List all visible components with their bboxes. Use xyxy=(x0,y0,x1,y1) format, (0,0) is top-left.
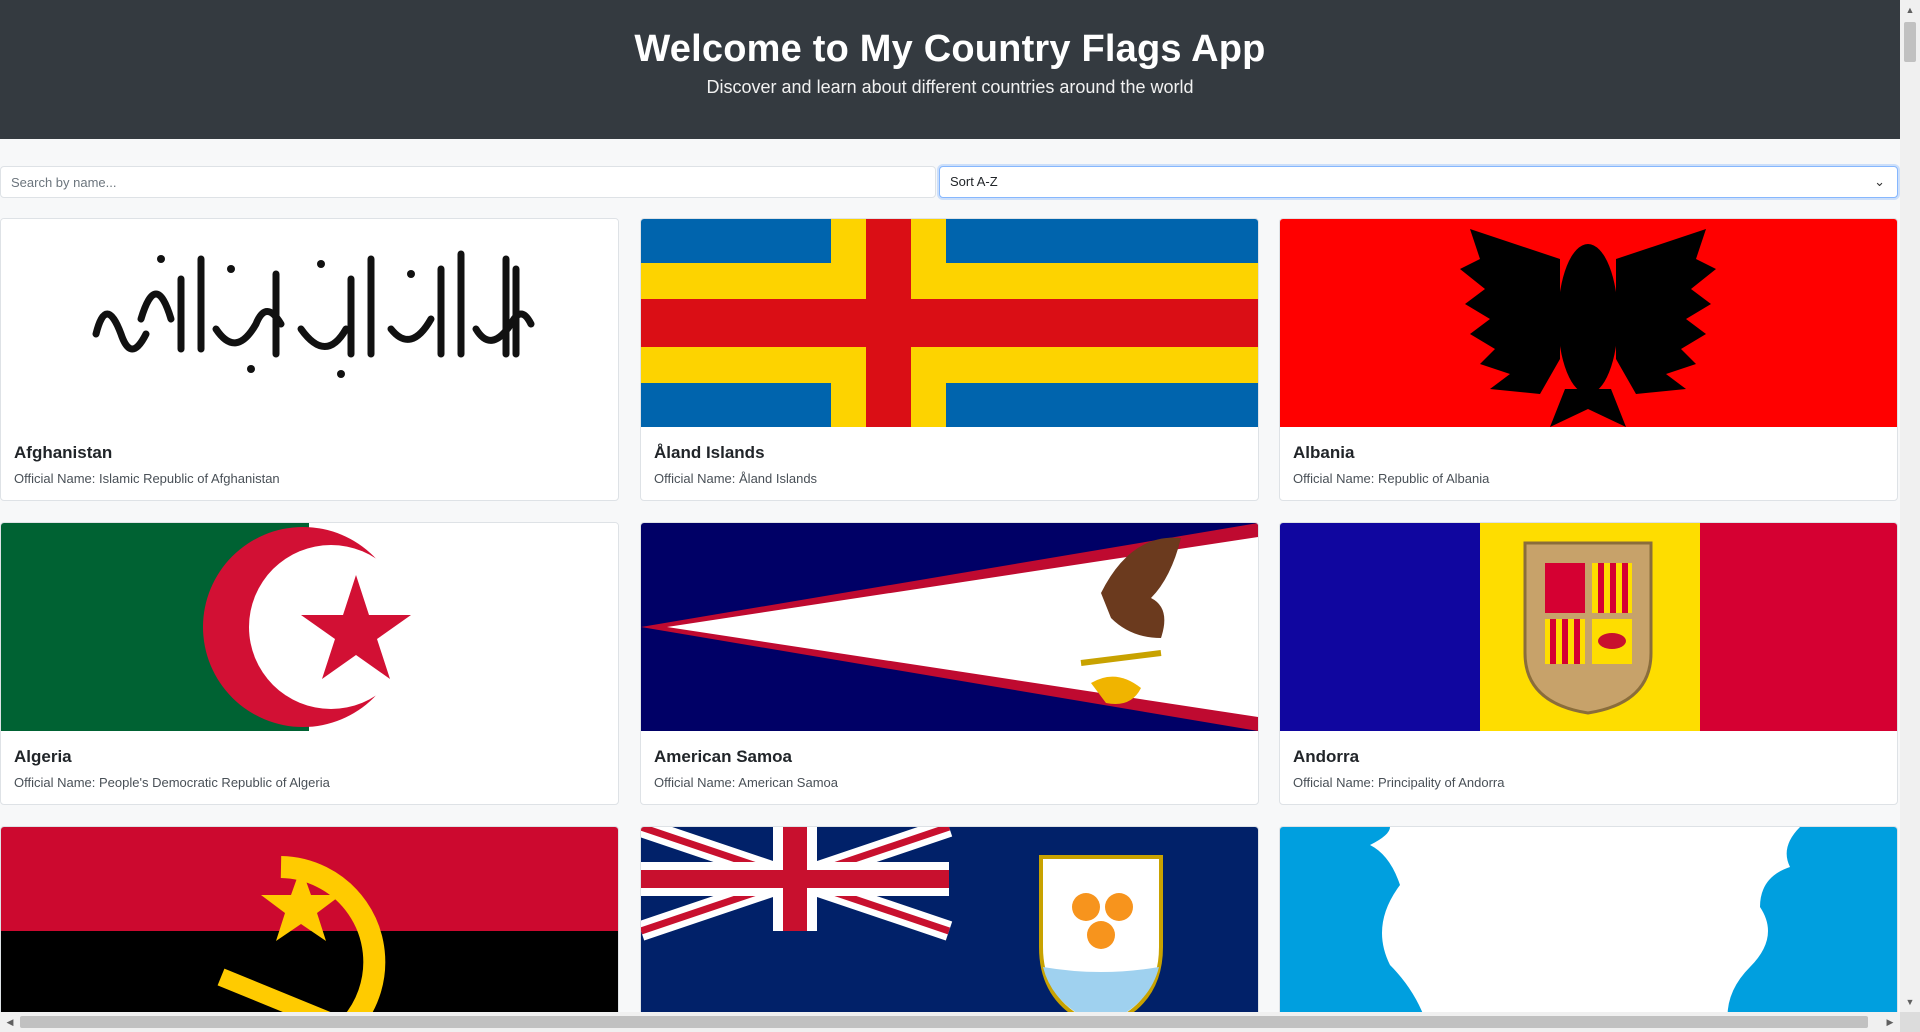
chevron-down-icon: ⌄ xyxy=(1874,174,1885,189)
country-official-name: Official Name: American Samoa xyxy=(654,775,838,790)
country-name: Algeria xyxy=(14,747,72,766)
scrollbar-corner xyxy=(1900,1012,1920,1032)
page-subtitle: Discover and learn about different count… xyxy=(706,77,1194,97)
country-name: Albania xyxy=(1293,443,1355,462)
page-title: Welcome to My Country Flags App xyxy=(634,28,1266,70)
scroll-up-icon[interactable]: ▲ xyxy=(1900,2,1920,18)
country-official-name: Official Name: Åland Islands xyxy=(654,471,818,486)
country-card[interactable] xyxy=(0,826,619,1022)
search-input[interactable] xyxy=(0,166,936,198)
scroll-down-icon[interactable]: ▼ xyxy=(1900,994,1920,1010)
country-card[interactable] xyxy=(640,826,1259,1022)
aland-flag xyxy=(641,219,1258,427)
sort-select[interactable]: Sort A-Z ⌄ xyxy=(939,166,1898,198)
country-official-name: Official Name: Islamic Republic of Afgha… xyxy=(14,471,280,486)
country-card[interactable]: Afghanistan Official Name: Islamic Repub… xyxy=(0,218,619,501)
country-name: Andorra xyxy=(1293,747,1360,766)
scroll-left-icon[interactable]: ◀ xyxy=(2,1012,18,1032)
country-name: American Samoa xyxy=(654,747,792,766)
anguilla-flag xyxy=(641,827,1258,1022)
andorra-flag xyxy=(1280,523,1897,731)
albania-flag xyxy=(1280,219,1897,427)
controls-bar: Sort A-Z ⌄ xyxy=(0,166,1900,198)
country-official-name: Official Name: Republic of Albania xyxy=(1293,471,1490,486)
algeria-flag xyxy=(1,523,618,731)
vertical-scrollbar[interactable]: ▲ ▼ xyxy=(1900,0,1920,1012)
country-name: Afghanistan xyxy=(14,443,113,462)
angola-flag xyxy=(1,827,618,1022)
country-official-name: Official Name: People's Democratic Repub… xyxy=(14,775,330,790)
afghanistan-flag xyxy=(1,219,618,427)
country-card[interactable]: Åland Islands Official Name: Åland Islan… xyxy=(640,218,1259,501)
country-card[interactable] xyxy=(1279,826,1898,1022)
country-card[interactable]: Andorra Official Name: Principality of A… xyxy=(1279,522,1898,805)
country-name: Åland Islands xyxy=(654,443,765,462)
scroll-right-icon[interactable]: ▶ xyxy=(1882,1012,1898,1032)
american-samoa-flag xyxy=(641,523,1258,731)
antarctica-flag xyxy=(1280,827,1897,1022)
horizontal-scrollbar[interactable]: ◀ ▶ xyxy=(0,1012,1900,1032)
app-header: Welcome to My Country Flags App Discover… xyxy=(0,0,1900,139)
vertical-scroll-thumb[interactable] xyxy=(1904,22,1916,62)
country-card[interactable]: American Samoa Official Name: American S… xyxy=(640,522,1259,805)
country-official-name: Official Name: Principality of Andorra xyxy=(1293,775,1505,790)
horizontal-scroll-thumb[interactable] xyxy=(20,1016,1868,1028)
country-card[interactable]: Algeria Official Name: People's Democrat… xyxy=(0,522,619,805)
sort-select-value: Sort A-Z xyxy=(950,174,998,189)
country-card[interactable]: Albania Official Name: Republic of Alban… xyxy=(1279,218,1898,501)
